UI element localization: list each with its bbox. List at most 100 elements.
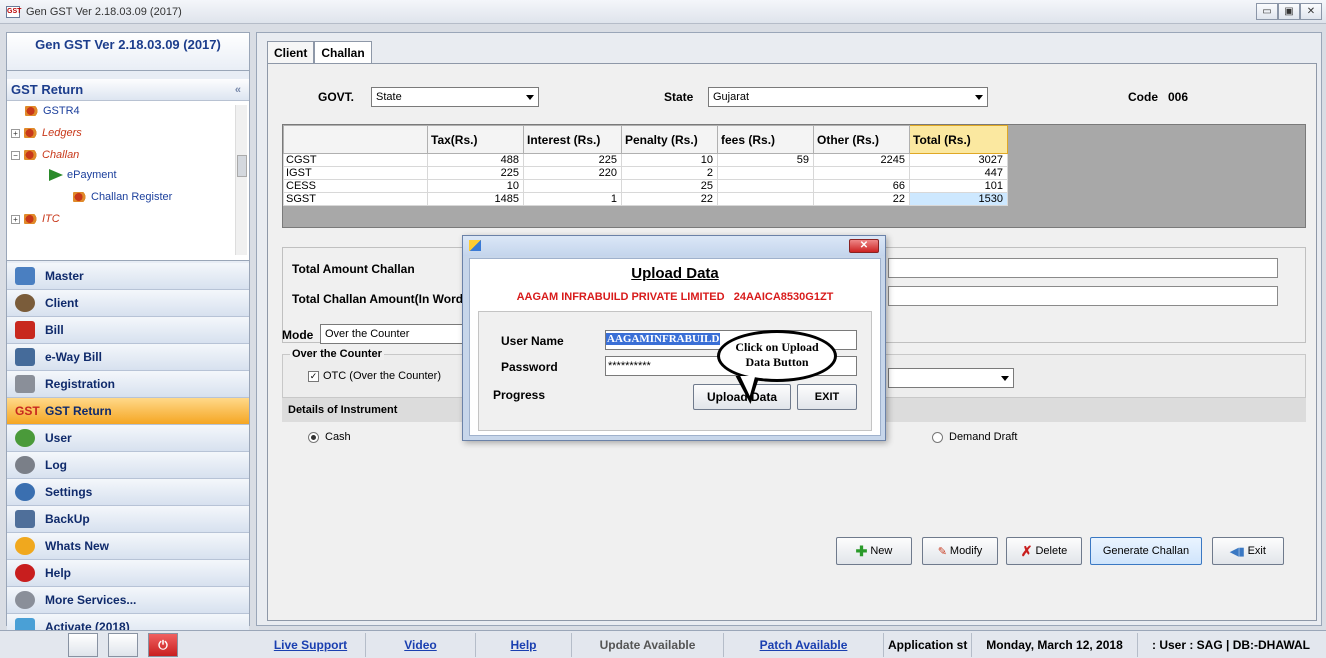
update-available[interactable]: Update Available: [572, 633, 724, 657]
otc-bank-select[interactable]: [888, 368, 1014, 388]
cell[interactable]: 25: [621, 179, 718, 193]
exit-button[interactable]: ◀▮ Exit: [1212, 537, 1284, 565]
sidebar-item-bill[interactable]: Bill: [7, 317, 249, 344]
cell[interactable]: [717, 192, 814, 206]
expand-icon[interactable]: +: [11, 214, 20, 224]
sidebar-item-client[interactable]: Client: [7, 290, 249, 317]
total-words-field[interactable]: [888, 286, 1278, 306]
scroll-thumb[interactable]: [237, 155, 247, 177]
govt-select[interactable]: State: [371, 87, 539, 107]
col-header[interactable]: Other (Rs.): [813, 125, 910, 154]
dialog-exit-button[interactable]: EXIT: [797, 384, 857, 410]
tab-client[interactable]: Client: [267, 41, 315, 63]
close-window-button[interactable]: ✕: [1300, 3, 1322, 20]
power-icon[interactable]: ⏻: [148, 633, 178, 657]
dialog-close-button[interactable]: ✕: [849, 239, 879, 253]
sidebar-item-more-services[interactable]: More Services...: [7, 587, 249, 614]
col-header[interactable]: fees (Rs.): [717, 125, 814, 154]
cash-radio[interactable]: Cash: [308, 431, 351, 443]
cell[interactable]: 22: [813, 192, 910, 206]
state-select[interactable]: Gujarat: [708, 87, 988, 107]
cell[interactable]: 22: [621, 192, 718, 206]
sidebar-item-whats-new[interactable]: Whats New: [7, 533, 249, 560]
video-link[interactable]: Video: [366, 633, 476, 657]
collapse-icon[interactable]: «: [235, 79, 241, 101]
cell[interactable]: 59: [717, 153, 814, 167]
generate-challan-button[interactable]: Generate Challan: [1090, 537, 1202, 565]
window-split-icon[interactable]: [108, 633, 138, 657]
radio-selected-icon[interactable]: [308, 431, 319, 443]
delete-button[interactable]: ✗ Delete: [1006, 537, 1082, 565]
col-header[interactable]: Total (Rs.): [909, 125, 1008, 154]
sidebar-item-help[interactable]: Help: [7, 560, 249, 587]
sidebar-item-settings[interactable]: Settings: [7, 479, 249, 506]
sidebar-item-master[interactable]: Master: [7, 263, 249, 290]
col-header[interactable]: Interest (Rs.): [523, 125, 622, 154]
backup-icon: [15, 510, 35, 528]
table-row[interactable]: CESS 10 25 66 101: [283, 179, 1008, 193]
cell[interactable]: [523, 179, 622, 193]
table-header-row: Tax(Rs.) Interest (Rs.) Penalty (Rs.) fe…: [283, 125, 1008, 154]
tree-item-ledgers[interactable]: + Ledgers: [11, 127, 82, 139]
cell[interactable]: 225: [523, 153, 622, 167]
cell-selected[interactable]: 1530: [909, 192, 1008, 206]
cell[interactable]: 66: [813, 179, 910, 193]
cell[interactable]: 488: [427, 153, 524, 167]
col-header[interactable]: Penalty (Rs.): [621, 125, 718, 154]
checkbox-checked-icon[interactable]: ✓: [308, 370, 319, 382]
sidebar-item-registration[interactable]: Registration: [7, 371, 249, 398]
cell[interactable]: [717, 166, 814, 180]
cell[interactable]: 10: [427, 179, 524, 193]
code-label: Code: [1128, 90, 1158, 104]
registration-icon: [15, 375, 35, 393]
sidebar-item-user[interactable]: User: [7, 425, 249, 452]
expand-icon[interactable]: +: [11, 128, 20, 138]
section-header-gst-return[interactable]: GST Return «: [7, 79, 249, 101]
cell[interactable]: [813, 166, 910, 180]
cell[interactable]: 1485: [427, 192, 524, 206]
table-row[interactable]: SGST 1485 1 22 22 1530: [283, 192, 1008, 206]
sidebar-item-gst-return[interactable]: GST GST Return: [7, 398, 249, 425]
left-panel: Gen GST Ver 2.18.03.09 (2017) GST Return…: [6, 32, 250, 641]
tree-item-epayment[interactable]: ePayment: [49, 169, 117, 181]
cell[interactable]: 10: [621, 153, 718, 167]
live-support-link[interactable]: Live Support: [256, 633, 366, 657]
sidebar-item-log[interactable]: Log: [7, 452, 249, 479]
dialog-titlebar[interactable]: ✕: [463, 236, 885, 256]
modify-button[interactable]: ✎ Modify: [922, 537, 998, 565]
sidebar-item-backup[interactable]: BackUp: [7, 506, 249, 533]
patch-available-link[interactable]: Patch Available: [724, 633, 884, 657]
status-bar: ⏻ Live Support Video Help Update Availab…: [0, 630, 1326, 658]
maximize-button[interactable]: ▣: [1278, 3, 1300, 20]
cell[interactable]: 101: [909, 179, 1008, 193]
otc-checkbox[interactable]: ✓ OTC (Over the Counter): [308, 370, 441, 382]
col-header[interactable]: Tax(Rs.): [427, 125, 524, 154]
tree-item-challan-register[interactable]: Challan Register: [73, 191, 172, 203]
window-layout-icon[interactable]: [68, 633, 98, 657]
cell[interactable]: 447: [909, 166, 1008, 180]
table-row[interactable]: IGST 225 220 2 447: [283, 166, 1008, 180]
cell[interactable]: 2: [621, 166, 718, 180]
mode-select[interactable]: Over the Counter: [320, 324, 470, 344]
radio-unselected-icon[interactable]: [932, 431, 943, 443]
total-amount-field[interactable]: [888, 258, 1278, 278]
cell[interactable]: 3027: [909, 153, 1008, 167]
tree-item-challan[interactable]: − Challan: [11, 149, 79, 161]
tree-scrollbar[interactable]: [235, 105, 247, 255]
cell[interactable]: [717, 179, 814, 193]
cell[interactable]: 220: [523, 166, 622, 180]
tree-item-itc[interactable]: + ITC: [11, 213, 60, 225]
cell[interactable]: 2245: [813, 153, 910, 167]
sidebar-item-eway-bill[interactable]: e-Way Bill: [7, 344, 249, 371]
new-button[interactable]: ✚ New: [836, 537, 912, 565]
help-link[interactable]: Help: [476, 633, 572, 657]
cell[interactable]: 225: [427, 166, 524, 180]
minimize-button[interactable]: ▭: [1256, 3, 1278, 20]
username-label: User Name: [501, 334, 564, 348]
tree-item-gstr4[interactable]: GSTR4: [25, 105, 80, 117]
tab-challan[interactable]: Challan: [314, 41, 372, 63]
cell[interactable]: 1: [523, 192, 622, 206]
demand-draft-radio[interactable]: Demand Draft: [932, 431, 1017, 443]
collapse-node-icon[interactable]: −: [11, 150, 20, 160]
table-row[interactable]: CGST 488 225 10 59 2245 3027: [283, 153, 1008, 167]
